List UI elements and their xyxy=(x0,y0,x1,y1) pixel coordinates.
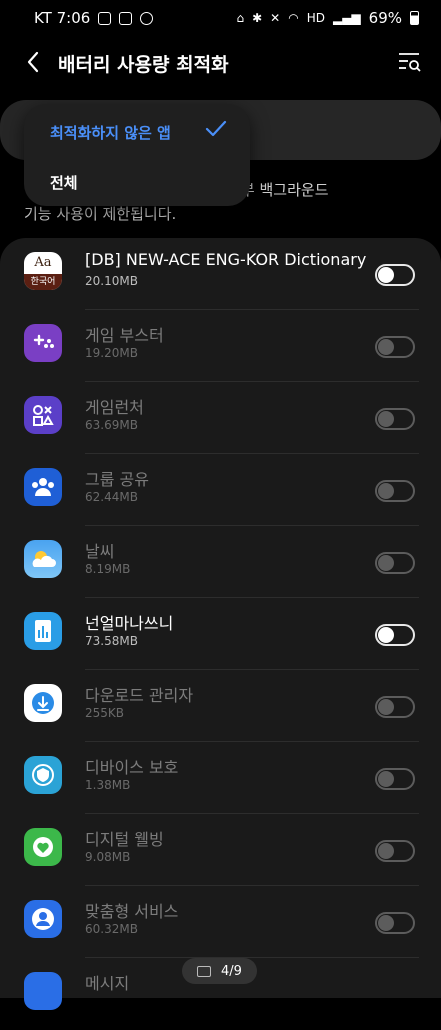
notification-app-icon xyxy=(119,11,133,25)
weather-icon xyxy=(24,540,62,578)
dictionary-icon-glyph: Aa xyxy=(34,255,52,270)
app-size: 1.38MB xyxy=(85,778,131,792)
app-name: 메시지 xyxy=(85,974,130,993)
usage-stats-icon xyxy=(24,612,62,650)
toggle-knob xyxy=(378,267,394,283)
app-name: 넌얼마나쓰니 xyxy=(85,614,174,633)
app-name: 디바이스 보호 xyxy=(85,758,179,777)
app-bar: 배터리 사용량 최적화 xyxy=(0,40,441,84)
dictionary-icon: Aa 한국어 xyxy=(24,252,62,290)
app-size: 62.44MB xyxy=(85,490,138,504)
wifi-icon: ◠ xyxy=(288,11,299,25)
optimize-toggle[interactable] xyxy=(375,480,415,502)
checkmark-icon xyxy=(204,118,228,140)
device-protection-icon xyxy=(24,756,62,794)
customization-service-icon xyxy=(24,900,62,938)
toggle-knob xyxy=(378,411,394,427)
toggle-knob xyxy=(378,915,394,931)
app-size: 19.20MB xyxy=(85,346,138,360)
back-arrow-icon[interactable] xyxy=(22,48,46,76)
toggle-knob xyxy=(378,627,394,643)
list-item[interactable]: Aa 한국어 [DB] NEW-ACE ENG-KOR Dictionary 2… xyxy=(0,238,441,310)
app-name: 디지털 웰빙 xyxy=(85,830,164,849)
battery-icon xyxy=(410,11,419,25)
optimize-toggle[interactable] xyxy=(375,912,415,934)
optimize-toggle[interactable] xyxy=(375,336,415,358)
list-item[interactable]: 날씨 8.19MB xyxy=(0,526,441,598)
app-name: 그룹 공유 xyxy=(85,470,149,489)
optimize-toggle[interactable] xyxy=(375,768,415,790)
filter-dropdown-menu: 최적화하지 않은 앱 전체 xyxy=(24,104,250,206)
notification-chat-icon xyxy=(140,11,154,25)
dropdown-option-all[interactable]: 전체 xyxy=(50,172,78,193)
dropdown-option-not-optimized[interactable]: 최적화하지 않은 앱 xyxy=(50,122,171,143)
app-name: 맞춤형 서비스 xyxy=(85,902,179,921)
app-size: 60.32MB xyxy=(85,922,138,936)
app-size: 8.19MB xyxy=(85,562,131,576)
dictionary-icon-label: 한국어 xyxy=(24,274,62,290)
list-item[interactable]: 게임 부스터 19.20MB xyxy=(0,310,441,382)
messages-icon xyxy=(24,972,62,1010)
app-name: [DB] NEW-ACE ENG-KOR Dictionary xyxy=(85,250,367,269)
toggle-knob xyxy=(378,699,394,715)
list-item[interactable]: 그룹 공유 62.44MB xyxy=(0,454,441,526)
toggle-knob xyxy=(378,555,394,571)
list-item[interactable]: 넌얼마나쓰니 73.58MB xyxy=(0,598,441,670)
game-launcher-icon xyxy=(24,396,62,434)
carrier-time: KT 7:06 xyxy=(34,9,91,27)
filter-search-icon[interactable] xyxy=(397,50,421,74)
page-indicator-label: 4/9 xyxy=(221,963,242,979)
toggle-knob xyxy=(378,339,394,355)
mute-icon: ✕ xyxy=(270,11,281,25)
toggle-knob xyxy=(378,843,394,859)
bluetooth-icon: ✱ xyxy=(252,11,263,25)
gallery-icon xyxy=(197,965,212,977)
toggle-knob xyxy=(378,771,394,787)
optimize-toggle[interactable] xyxy=(375,840,415,862)
list-item[interactable]: 게임런처 63.69MB xyxy=(0,382,441,454)
app-size: 73.58MB xyxy=(85,634,138,648)
app-list: Aa 한국어 [DB] NEW-ACE ENG-KOR Dictionary 2… xyxy=(0,238,441,1010)
optimize-toggle[interactable] xyxy=(375,696,415,718)
app-name: 날씨 xyxy=(85,542,115,561)
app-name: 게임런처 xyxy=(85,398,144,417)
list-item[interactable]: 맞춤형 서비스 60.32MB xyxy=(0,886,441,958)
home-status-icon: ⌂ xyxy=(236,11,245,25)
signal-icon: ▂▄▆ xyxy=(332,11,361,25)
list-item[interactable]: 다운로드 관리자 255KB xyxy=(0,670,441,742)
list-item[interactable]: 디바이스 보호 1.38MB xyxy=(0,742,441,814)
optimize-toggle[interactable] xyxy=(375,408,415,430)
hd-network-label: HD xyxy=(306,11,325,25)
page-indicator[interactable]: 4/9 xyxy=(182,958,257,984)
status-left: KT 7:06 xyxy=(34,9,154,27)
optimize-toggle[interactable] xyxy=(375,624,415,646)
app-size: 20.10MB xyxy=(85,274,138,288)
battery-percent: 69% xyxy=(368,9,402,27)
notification-image-icon xyxy=(98,11,112,25)
app-size: 63.69MB xyxy=(85,418,138,432)
page-title: 배터리 사용량 최적화 xyxy=(58,54,229,76)
toggle-knob xyxy=(378,483,394,499)
status-right: ⌂ ✱ ✕ ◠ HD ▂▄▆ 69% xyxy=(236,9,419,27)
game-booster-icon xyxy=(24,324,62,362)
app-name: 다운로드 관리자 xyxy=(85,686,194,705)
app-size: 255KB xyxy=(85,706,125,720)
optimize-toggle[interactable] xyxy=(375,264,415,286)
optimize-toggle[interactable] xyxy=(375,552,415,574)
digital-wellbeing-icon xyxy=(24,828,62,866)
app-size: 9.08MB xyxy=(85,850,131,864)
group-share-icon xyxy=(24,468,62,506)
list-item[interactable]: 디지털 웰빙 9.08MB xyxy=(0,814,441,886)
download-manager-icon xyxy=(24,684,62,722)
app-name: 게임 부스터 xyxy=(85,326,164,345)
status-bar: KT 7:06 ⌂ ✱ ✕ ◠ HD ▂▄▆ 69% xyxy=(0,0,441,36)
